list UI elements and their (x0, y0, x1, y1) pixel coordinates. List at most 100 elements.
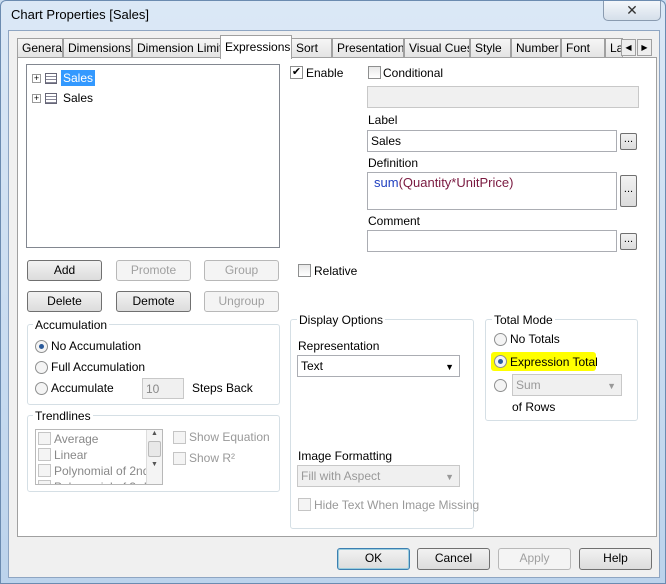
accumulate-radio[interactable] (35, 382, 48, 395)
table-icon (45, 72, 57, 84)
trendline-label: Average (54, 432, 99, 446)
trendline-item[interactable]: Polynomial of 3rd d (38, 480, 157, 484)
no-totals-radio[interactable] (494, 333, 507, 346)
tab-expressions[interactable]: Expressions (220, 35, 292, 59)
tab-dimensions[interactable]: Dimensions (63, 38, 132, 58)
enable-checkbox[interactable]: ✔ (290, 66, 303, 79)
accumulate-label: Accumulate (51, 381, 114, 395)
add-button[interactable]: Add (27, 260, 102, 281)
steps-back-label: Steps Back (192, 381, 253, 395)
full-accumulation-label: Full Accumulation (51, 360, 146, 374)
tab-font[interactable]: Font (561, 38, 605, 58)
aggregation-value: Sum (516, 378, 541, 392)
trendline-item[interactable]: Average (38, 432, 98, 446)
trendline-checkbox[interactable] (38, 464, 51, 477)
ungroup-button[interactable]: Ungroup (204, 291, 279, 312)
definition-function: sum (374, 175, 399, 190)
of-rows-label: of Rows (512, 400, 556, 414)
aggregation-select[interactable]: Sum ▼ (512, 374, 622, 396)
cancel-button[interactable]: Cancel (417, 548, 490, 570)
label-input[interactable]: Sales (367, 130, 617, 152)
expand-icon[interactable]: + (32, 93, 41, 103)
demote-button[interactable]: Demote (116, 291, 191, 312)
expand-icon[interactable]: + (32, 73, 41, 83)
image-formatting-value: Fill with Aspect (301, 469, 381, 483)
chevron-down-icon: ▼ (445, 472, 454, 482)
no-accumulation-label: No Accumulation (51, 339, 142, 353)
close-button[interactable]: ✕ (603, 1, 661, 21)
full-accumulation-radio[interactable] (35, 361, 48, 374)
tab-scroll-left[interactable]: ◀ (621, 39, 636, 56)
hide-text-label: Hide Text When Image Missing (314, 498, 480, 512)
window-title: Chart Properties [Sales] (11, 7, 150, 22)
tab-sort[interactable]: Sort (291, 38, 332, 58)
display-options-title: Display Options (297, 313, 386, 327)
aggregation-radio[interactable] (494, 379, 507, 392)
chevron-down-icon: ▼ (607, 381, 616, 391)
conditional-label: Conditional (383, 66, 444, 80)
comment-caption: Comment (368, 214, 421, 228)
label-caption: Label (368, 113, 398, 127)
image-formatting-select[interactable]: Fill with Aspect ▼ (297, 465, 460, 487)
tab-dimension-limits[interactable]: Dimension Limits (132, 38, 221, 58)
accumulation-title: Accumulation (33, 318, 110, 332)
trendlines-title: Trendlines (33, 409, 93, 423)
definition-input[interactable]: sum(Quantity*UnitPrice) (367, 172, 617, 210)
group-button[interactable]: Group (204, 260, 279, 281)
apply-button[interactable]: Apply (498, 548, 571, 570)
trendline-checkbox[interactable] (38, 448, 51, 461)
representation-label: Representation (298, 339, 380, 353)
table-icon (45, 92, 57, 104)
show-r2-checkbox[interactable] (173, 452, 186, 465)
trendline-label: Linear (54, 448, 88, 462)
hide-text-checkbox[interactable] (298, 498, 311, 511)
comment-input[interactable] (367, 230, 617, 252)
no-accumulation-radio[interactable] (35, 340, 48, 353)
trendline-label: Polynomial of 3rd d (54, 480, 157, 484)
image-formatting-label: Image Formatting (298, 449, 393, 463)
tree-item[interactable]: + Sales (32, 89, 95, 107)
trendline-checkbox[interactable] (38, 432, 51, 445)
show-r2-label: Show R² (189, 451, 236, 465)
conditional-checkbox[interactable] (368, 66, 381, 79)
no-totals-label: No Totals (510, 332, 560, 346)
promote-button[interactable]: Promote (116, 260, 191, 281)
show-equation-label: Show Equation (189, 430, 270, 444)
expression-total-label: Expression Total (510, 355, 598, 369)
enable-label: Enable (306, 66, 344, 80)
trendlines-list[interactable]: Average Linear Polynomial of 2nd d Polynomi… (35, 429, 163, 485)
tab-number[interactable]: Number (511, 38, 561, 58)
trendline-checkbox[interactable] (38, 480, 51, 484)
steps-back-stepper[interactable]: 10 (142, 378, 184, 399)
representation-value: Text (301, 359, 324, 373)
tab-visual-cues[interactable]: Visual Cues (404, 38, 470, 58)
definition-ellipsis-button[interactable]: ... (620, 175, 637, 207)
label-ellipsis-button[interactable]: ... (620, 133, 637, 150)
relative-label: Relative (314, 264, 358, 278)
tree-item-label: Sales (63, 91, 94, 105)
comment-ellipsis-button[interactable]: ... (620, 233, 637, 250)
trendlines-scrollbar[interactable]: ▲ ▼ (146, 430, 162, 484)
conditional-input[interactable] (367, 86, 639, 108)
definition-caption: Definition (368, 156, 419, 170)
delete-button[interactable]: Delete (27, 291, 102, 312)
tab-general[interactable]: General (17, 38, 63, 58)
ok-button[interactable]: OK (337, 548, 410, 570)
representation-select[interactable]: Text ▼ (297, 355, 460, 377)
expression-total-radio[interactable] (494, 355, 507, 368)
tree-item[interactable]: + Sales (32, 69, 96, 87)
tab-presentation[interactable]: Presentation (332, 38, 404, 58)
trendline-item[interactable]: Linear (38, 448, 87, 462)
trendline-label: Polynomial of 2nd d (54, 464, 160, 478)
tab-scroll-right[interactable]: ▶ (637, 39, 652, 56)
definition-args: (Quantity*UnitPrice) (398, 175, 514, 190)
trendline-item[interactable]: Polynomial of 2nd d (38, 464, 159, 478)
expression-tree[interactable]: + Sales + Sales (26, 64, 280, 248)
tab-style[interactable]: Style (470, 38, 511, 58)
chevron-down-icon: ▼ (445, 362, 454, 372)
tree-item-label: Sales (61, 70, 96, 86)
relative-checkbox[interactable] (298, 264, 311, 277)
show-equation-checkbox[interactable] (173, 431, 186, 444)
help-button[interactable]: Help (579, 548, 652, 570)
total-mode-title: Total Mode (492, 313, 555, 327)
